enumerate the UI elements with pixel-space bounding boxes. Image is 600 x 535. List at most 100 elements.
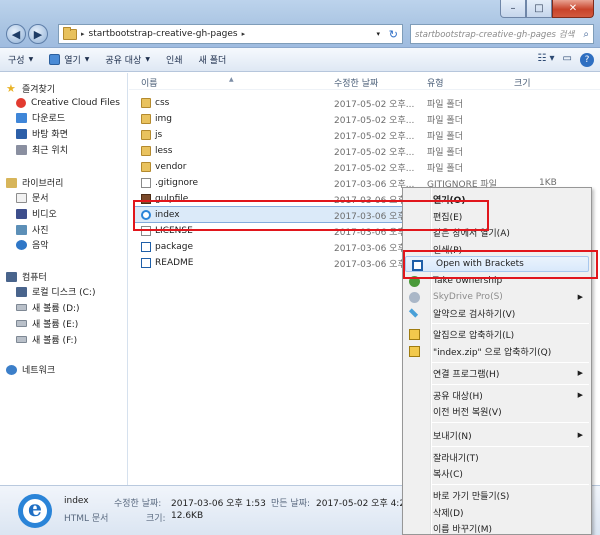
pill-icon <box>408 308 419 318</box>
nav-computer[interactable]: 컴퓨터 <box>6 269 47 284</box>
refresh-icon[interactable]: ↻ <box>389 28 398 41</box>
file-icon <box>141 178 151 188</box>
folder-icon <box>63 26 77 40</box>
ie-icon <box>49 54 61 65</box>
help-icon[interactable]: ? <box>580 53 594 67</box>
drive-icon <box>16 304 27 311</box>
brackets-file-icon <box>141 258 151 268</box>
nav-volume-e[interactable]: 새 볼륨 (E:) <box>16 316 78 331</box>
menu-compress[interactable]: 알집으로 압축하기(L) <box>403 326 591 342</box>
address-dropdown-icon[interactable]: ▾ <box>376 30 380 38</box>
new-folder-button[interactable]: 새 폴더 <box>199 53 227 66</box>
column-date[interactable]: 수정한 날짜 <box>334 76 378 89</box>
submenu-arrow-icon: ▶ <box>577 293 583 301</box>
drive-icon <box>16 336 27 343</box>
details-size-value: 12.6KB <box>171 511 204 521</box>
brackets-file-icon <box>141 242 151 252</box>
star-icon: ★ <box>6 82 16 95</box>
maximize-button[interactable]: □ <box>526 0 552 18</box>
nav-downloads[interactable]: 다운로드 <box>16 110 65 125</box>
nav-documents[interactable]: 문서 <box>16 190 49 205</box>
pictures-icon <box>16 224 27 235</box>
menu-send-to[interactable]: 보내기(N) ▶ <box>403 427 591 443</box>
minimize-button[interactable]: – <box>500 0 526 18</box>
command-toolbar: 구성 ▼ 열기 ▼ 공유 대상 ▼ 인쇄 새 폴더 ☷ ▾ ▭ ? <box>0 48 600 72</box>
menu-cut[interactable]: 잘라내기(T) <box>403 449 591 465</box>
navigation-pane: ★ 즐겨찾기 Creative Cloud Files 다운로드 바탕 화면 최근… <box>0 73 128 485</box>
menu-copy[interactable]: 복사(C) <box>403 465 591 481</box>
menu-rename[interactable]: 이름 바꾸기(M) <box>403 520 591 535</box>
videos-icon <box>16 208 27 219</box>
menu-separator <box>432 422 589 423</box>
ie-icon <box>18 494 52 528</box>
folder-icon <box>141 98 151 108</box>
menu-scan[interactable]: 알약으로 검사하기(V) <box>403 305 591 321</box>
nav-pictures[interactable]: 사진 <box>16 222 49 237</box>
sort-ascending-icon: ▲ <box>229 76 234 83</box>
folder-icon <box>141 162 151 172</box>
open-button[interactable]: 열기 ▼ <box>49 53 89 66</box>
menu-share-with[interactable]: 공유 대상(H) ▶ <box>403 387 591 403</box>
details-modified-value: 2017-03-06 오후 1:53 <box>171 499 266 509</box>
menu-compress-zip[interactable]: "index.zip" 으로 압축하기(Q) <box>403 343 591 359</box>
menu-delete[interactable]: 삭제(D) <box>403 504 591 520</box>
column-type[interactable]: 유형 <box>427 76 444 89</box>
share-button[interactable]: 공유 대상 ▼ <box>105 53 150 66</box>
menu-create-shortcut[interactable]: 바로 가기 만들기(S) <box>403 487 591 503</box>
recent-places-icon <box>16 144 27 155</box>
hard-drive-icon <box>16 286 27 297</box>
menu-separator <box>432 323 589 324</box>
libraries-icon <box>6 177 17 188</box>
nav-desktop[interactable]: 바탕 화면 <box>16 126 68 141</box>
menu-skydrive-pro[interactable]: SkyDrive Pro(S) ▶ <box>403 289 591 305</box>
folder-icon <box>141 146 151 156</box>
computer-icon <box>6 271 17 282</box>
back-button[interactable]: ◀ <box>6 24 26 44</box>
forward-arrow-icon: ▶ <box>33 27 43 41</box>
column-headers: 이름 ▲ 수정한 날짜 유형 크기 <box>129 73 600 90</box>
file-row[interactable]: css 2017-05-02 오후... 파일 폴더 <box>129 95 600 111</box>
menu-separator <box>432 362 589 363</box>
nav-libraries[interactable]: 라이브러리 <box>6 175 63 190</box>
nav-creative-cloud[interactable]: Creative Cloud Files <box>16 95 120 110</box>
file-row[interactable]: js 2017-05-02 오후... 파일 폴더 <box>129 127 600 143</box>
nav-videos[interactable]: 비디오 <box>16 206 57 221</box>
search-icon[interactable]: ⌕ <box>583 29 589 40</box>
details-file-name: index <box>64 496 89 506</box>
file-row[interactable]: vendor 2017-05-02 오후... 파일 폴더 <box>129 159 600 175</box>
folder-icon <box>141 114 151 124</box>
nav-recent[interactable]: 최근 위치 <box>16 142 68 157</box>
details-size-label: 크기: <box>146 514 166 524</box>
preview-pane-icon[interactable]: ▭ <box>563 53 572 67</box>
submenu-arrow-icon: ▶ <box>577 431 583 439</box>
address-bar[interactable]: ▸ startbootstrap-creative-gh-pages ▸ ▾ ↻ <box>58 24 403 44</box>
nav-favorites[interactable]: ★ 즐겨찾기 <box>6 81 55 96</box>
window-controls: – □ ✕ <box>500 0 594 18</box>
back-arrow-icon: ◀ <box>11 27 21 41</box>
organize-button[interactable]: 구성 ▼ <box>8 53 33 66</box>
close-button[interactable]: ✕ <box>552 0 594 18</box>
breadcrumb-arrow-icon[interactable]: ▸ <box>242 30 246 38</box>
search-input[interactable]: startbootstrap-creative-gh-pages 검색 ⌕ <box>410 24 594 44</box>
column-name[interactable]: 이름 <box>141 76 158 89</box>
nav-music[interactable]: 음악 <box>16 237 49 252</box>
print-button[interactable]: 인쇄 <box>166 53 183 66</box>
details-created-value: 2017-05-02 오후 4:28 <box>316 499 411 509</box>
view-options-icon[interactable]: ☷ ▾ <box>537 53 554 67</box>
breadcrumb-arrow-icon[interactable]: ▸ <box>81 30 85 38</box>
search-placeholder: startbootstrap-creative-gh-pages 검색 <box>415 30 575 40</box>
nav-local-disk-c[interactable]: 로컬 디스크 (C:) <box>16 284 95 299</box>
file-row[interactable]: img 2017-05-02 오후... 파일 폴더 <box>129 111 600 127</box>
menu-open-with[interactable]: 연결 프로그램(H) ▶ <box>403 365 591 381</box>
details-file-type: HTML 문서 <box>64 514 109 524</box>
breadcrumb-path[interactable]: startbootstrap-creative-gh-pages <box>89 29 238 39</box>
nav-network[interactable]: 네트워크 <box>6 362 55 377</box>
toolbar-right: ☷ ▾ ▭ ? <box>537 53 594 67</box>
file-row[interactable]: less 2017-05-02 오후... 파일 폴더 <box>129 143 600 159</box>
drive-icon <box>16 320 27 327</box>
nav-volume-d[interactable]: 새 볼륨 (D:) <box>16 300 80 315</box>
menu-restore-previous[interactable]: 이전 버전 복원(V) <box>403 403 591 419</box>
forward-button[interactable]: ▶ <box>28 24 48 44</box>
column-size[interactable]: 크기 <box>514 76 531 89</box>
nav-volume-f[interactable]: 새 볼륨 (F:) <box>16 332 77 347</box>
